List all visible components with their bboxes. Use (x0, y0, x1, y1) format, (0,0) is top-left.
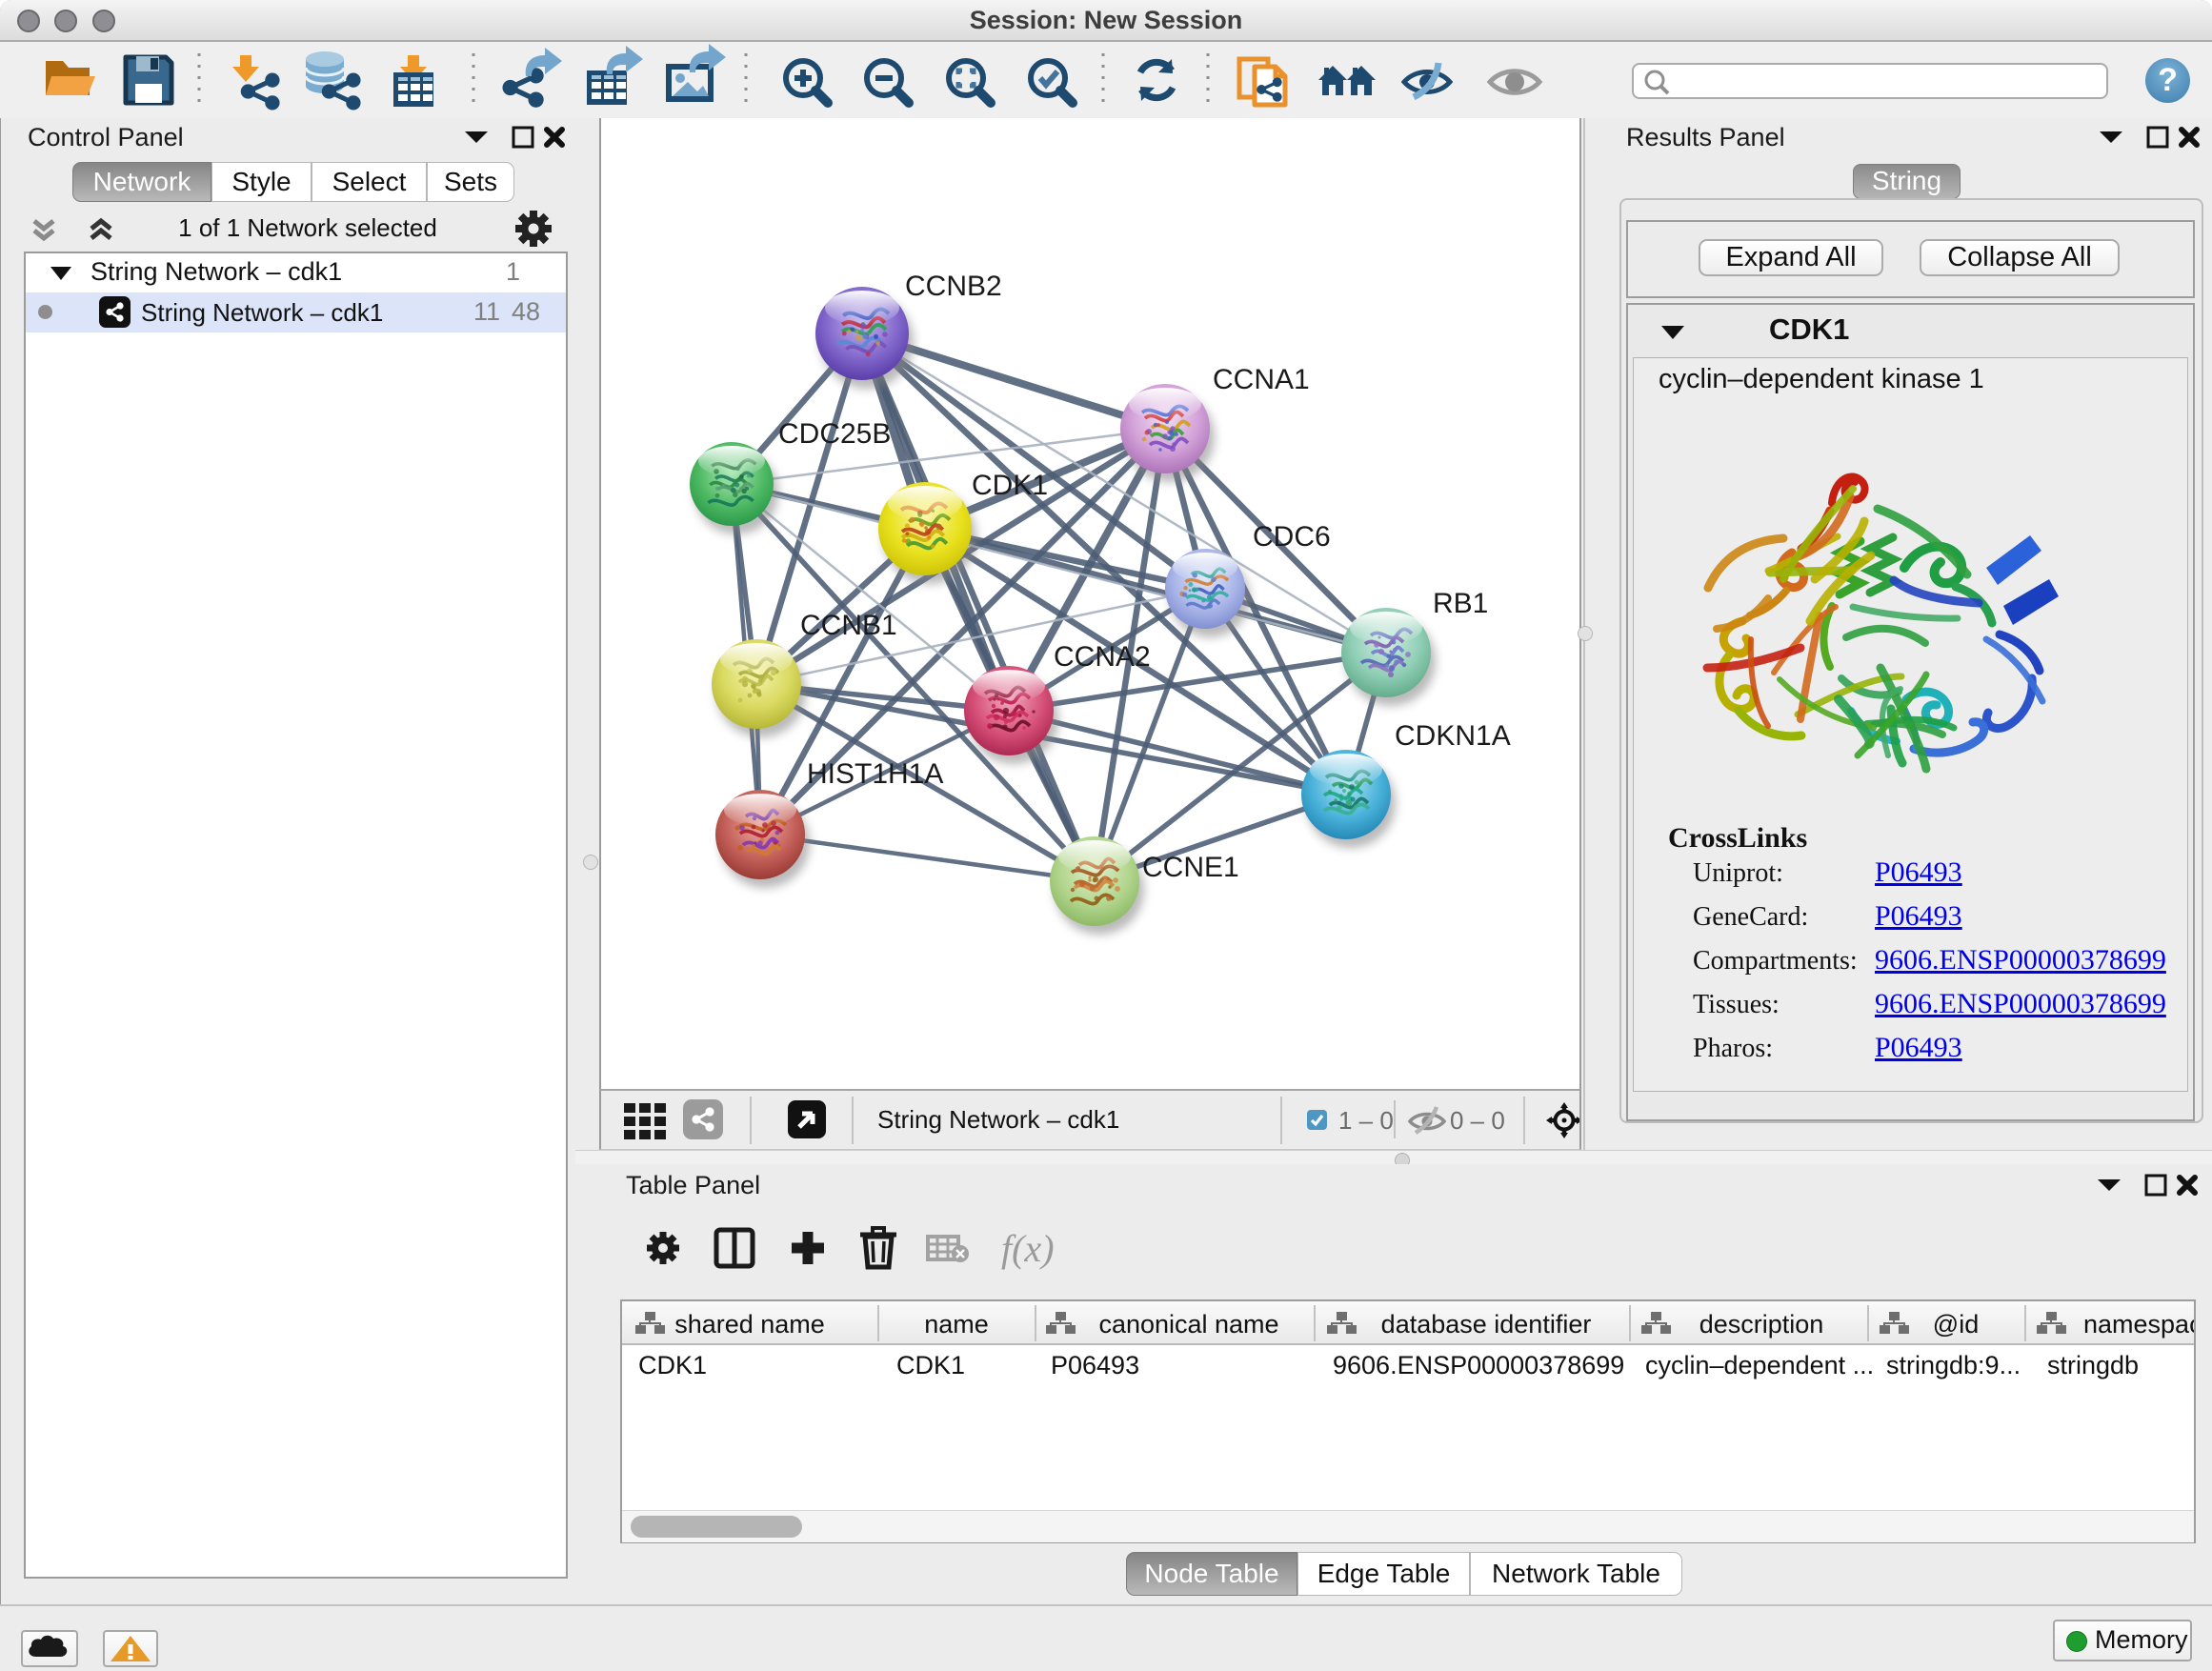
svg-text:canonical name: canonical name (1098, 1310, 1278, 1339)
svg-text:name: name (924, 1310, 989, 1339)
svg-text:description: description (1699, 1310, 1824, 1339)
svg-text:database identifier: database identifier (1381, 1310, 1592, 1339)
svg-text:CCNB1: CCNB1 (800, 610, 897, 641)
svg-text:namespace: namespace (2083, 1310, 2194, 1339)
svg-text:CDC6: CDC6 (1253, 521, 1331, 553)
svg-text:CDK1: CDK1 (972, 470, 1048, 501)
svg-text:HIST1H1A: HIST1H1A (807, 758, 943, 790)
svg-text:CDC25B: CDC25B (778, 418, 891, 450)
svg-text:RB1: RB1 (1433, 588, 1488, 619)
svg-text:CCNB2: CCNB2 (905, 271, 1002, 302)
svg-text:f(x): f(x) (1001, 1227, 1055, 1270)
svg-text:CCNA2: CCNA2 (1054, 641, 1151, 673)
svg-text:CCNE1: CCNE1 (1142, 852, 1239, 883)
svg-text:@id: @id (1933, 1310, 1979, 1339)
svg-text:CDKN1A: CDKN1A (1395, 720, 1511, 752)
svg-text:CCNA1: CCNA1 (1213, 364, 1310, 395)
svg-text:shared name: shared name (674, 1310, 825, 1339)
